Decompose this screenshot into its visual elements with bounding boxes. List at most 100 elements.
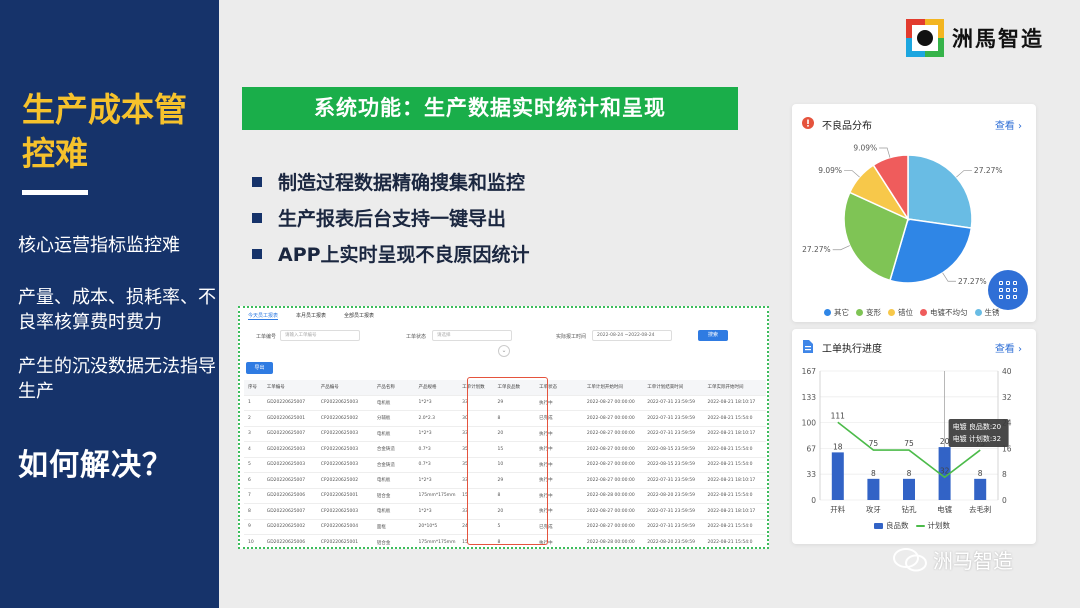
table-cell: 合金铸造: [372, 441, 415, 457]
bullet-square-icon: [252, 176, 262, 187]
table-cell: 175mm*175mm: [414, 487, 459, 504]
table-cell: 2022-08-15 23:59:59: [643, 441, 704, 457]
legend-item[interactable]: 电镀不均匀: [920, 307, 968, 318]
left-title: 生产成本管控难: [22, 90, 187, 173]
table-cell: GD20220625007: [262, 425, 317, 442]
table-cell: GD20220625007: [262, 394, 317, 411]
report-table-screenshot: 今天员工报表 本月员工报表 全部员工报表 工单编号 请输入工单编号 工单状态 请…: [238, 306, 769, 549]
bar: [974, 478, 987, 500]
status-select[interactable]: 请选择: [432, 330, 512, 341]
table-cell: CP20220625003: [316, 456, 373, 473]
pie-value-label: 9.09%: [818, 166, 842, 175]
x-tick-label: 去毛刺: [969, 504, 992, 514]
table-cell: 2: [244, 410, 263, 426]
table-cell: CP20220625001: [316, 487, 373, 504]
grid-menu-button[interactable]: [988, 270, 1028, 310]
table-cell: 2022-08-21 15:54:0: [703, 410, 766, 426]
watermark-text: 洲马智造: [933, 549, 1013, 573]
column-header: 工单实际开始时间: [703, 380, 766, 395]
logo-text: 洲馬智造: [952, 27, 1044, 51]
bar: [831, 452, 844, 500]
table-cell: 0.7*3: [414, 441, 459, 457]
table-cell: GD20220625006: [262, 534, 317, 547]
table-cell: CP20220625001: [316, 534, 373, 547]
table-cell: 2022-08-21 18:10:17: [703, 425, 766, 442]
table-cell: 10: [244, 534, 263, 547]
table-cell: 面框: [372, 518, 415, 535]
table-cell: GD20220625002: [262, 518, 317, 535]
tooltip-line: 电镀 良品数:20: [953, 422, 1002, 431]
legend-item[interactable]: 计划数: [915, 520, 950, 531]
y-right-tick: 8: [1002, 470, 1007, 479]
table-cell: 1: [244, 394, 263, 411]
table-cell: 合金铸造: [372, 456, 415, 473]
column-header: 工单计划开始时间: [582, 380, 644, 395]
table-cell: GD20220625006: [262, 487, 317, 504]
legend-item[interactable]: 其它: [824, 307, 849, 318]
pain-point-1: 核心运营指标监控难: [18, 235, 180, 256]
wechat-watermark: 洲马智造: [893, 545, 1013, 574]
wechat-icon: [893, 547, 927, 571]
table-cell: 2022-08-27 00:00:00: [582, 425, 644, 442]
table-cell: CP20220625003: [316, 425, 373, 442]
table-cell: 电机板: [372, 425, 415, 442]
bullet-square-icon: [252, 212, 262, 223]
legend-item[interactable]: 良品数: [874, 520, 909, 531]
tab-today-report[interactable]: 今天员工报表: [248, 312, 279, 320]
table-cell: 6: [244, 472, 263, 488]
bullet-item: 制造过程数据精确搜集和监控: [252, 168, 525, 195]
table-cell: 0.7*3: [414, 456, 459, 473]
column-header: 工单计划结束时间: [643, 380, 704, 395]
pain-point-3: 产生的沉没数据无法指导生产: [18, 356, 216, 402]
pie-value-label: 9.09%: [853, 143, 877, 152]
legend-item[interactable]: 错位: [888, 307, 913, 318]
pie-card-title: 不良品分布: [822, 121, 872, 132]
tab-all-report[interactable]: 全部员工报表: [344, 312, 374, 320]
pie-legend: 其它 变形 错位 电镀不均匀 生锈: [824, 307, 1007, 318]
legend-item[interactable]: 生锈: [974, 307, 1000, 318]
date-range-input[interactable]: 2022-08-24 ~2022-08-24: [592, 330, 672, 341]
title-underline: [22, 190, 88, 195]
table-cell: 2022-08-21 15:54:0: [703, 456, 766, 473]
export-button[interactable]: 导出: [246, 362, 273, 374]
bar-card-title: 工单执行进度: [822, 344, 882, 355]
bar-line-chart: 00338671610024133321674018开料8攻牙8钻孔20电镀8去…: [802, 367, 1012, 514]
table-cell: 2022-08-27 00:00:00: [582, 503, 644, 519]
tab-month-report[interactable]: 本月员工报表: [296, 312, 326, 320]
table-cell: 1*2*3: [414, 503, 459, 519]
logo-mark-icon: [906, 19, 944, 57]
table-cell: 5: [244, 456, 263, 473]
table-cell: 8: [244, 503, 263, 519]
table-cell: CP20220625002: [316, 472, 373, 488]
table-cell: 2022-07-31 23:59:59: [643, 425, 704, 442]
y-right-tick: 32: [1002, 393, 1012, 402]
table-cell: 铝合金: [372, 534, 415, 547]
y-left-tick: 0: [811, 496, 816, 505]
table-cell: 4: [244, 441, 263, 457]
pie-view-link[interactable]: 查看 ›: [995, 117, 1022, 132]
table-cell: 2022-08-21 18:10:17: [703, 472, 766, 488]
x-tick-label: 电镀: [937, 504, 953, 514]
search-button[interactable]: 搜索: [698, 330, 728, 341]
order-search-input[interactable]: 请输入工单编号: [280, 330, 360, 341]
tooltip-line: 电镀 计划数:32: [953, 434, 1002, 443]
table-cell: 2022-07-31 23:59:59: [643, 503, 704, 519]
table-cell: GD20220625003: [262, 441, 317, 457]
table-cell: 2022-08-27 00:00:00: [582, 441, 644, 457]
pie-leader-line: [844, 170, 860, 178]
y-left-tick: 133: [802, 393, 817, 402]
table-cell: GD20220625003: [262, 456, 317, 473]
x-tick-label: 钻孔: [902, 504, 917, 514]
pie-leader-line: [942, 272, 957, 282]
bar-value-label: 8: [978, 469, 983, 478]
table-cell: 2022-08-21 15:54:0: [703, 487, 766, 504]
table-cell: 7: [244, 487, 263, 504]
line-value-label: 111: [831, 411, 846, 420]
chevron-down-icon[interactable]: ⌄: [498, 345, 510, 357]
warning-icon: [802, 117, 814, 129]
feature-banner: 系统功能：生产数据实时统计和呈现: [242, 87, 738, 130]
table-cell: 2022-08-21 15:54:0: [703, 518, 766, 535]
bar: [867, 478, 880, 500]
legend-item[interactable]: 变形: [856, 307, 881, 318]
bar-view-link[interactable]: 查看 ›: [995, 340, 1022, 355]
